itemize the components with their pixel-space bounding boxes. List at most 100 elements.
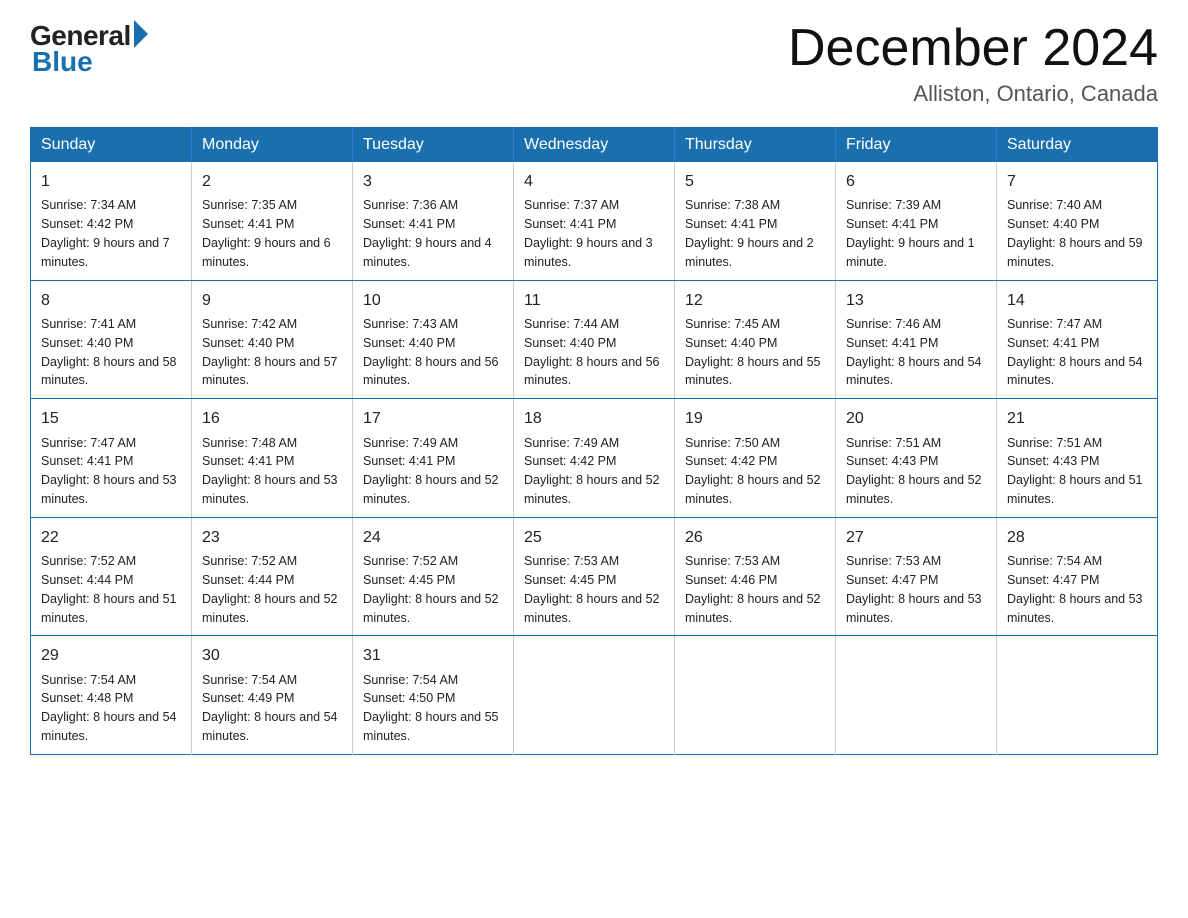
calendar-cell: 24 Sunrise: 7:52 AMSunset: 4:45 PMDaylig… xyxy=(353,517,514,636)
calendar-cell: 13 Sunrise: 7:46 AMSunset: 4:41 PMDaylig… xyxy=(836,280,997,399)
day-info: Sunrise: 7:47 AMSunset: 4:41 PMDaylight:… xyxy=(41,436,177,507)
calendar-cell: 12 Sunrise: 7:45 AMSunset: 4:40 PMDaylig… xyxy=(675,280,836,399)
calendar-cell: 7 Sunrise: 7:40 AMSunset: 4:40 PMDayligh… xyxy=(997,162,1158,280)
calendar-cell: 4 Sunrise: 7:37 AMSunset: 4:41 PMDayligh… xyxy=(514,162,675,280)
calendar-body: 1 Sunrise: 7:34 AMSunset: 4:42 PMDayligh… xyxy=(31,162,1158,754)
title-section: December 2024 Alliston, Ontario, Canada xyxy=(788,20,1158,107)
calendar-header: SundayMondayTuesdayWednesdayThursdayFrid… xyxy=(31,128,1158,163)
calendar-cell xyxy=(675,636,836,755)
day-number: 3 xyxy=(363,170,503,193)
calendar-cell: 15 Sunrise: 7:47 AMSunset: 4:41 PMDaylig… xyxy=(31,399,192,518)
day-info: Sunrise: 7:54 AMSunset: 4:48 PMDaylight:… xyxy=(41,673,177,744)
day-number: 1 xyxy=(41,170,181,193)
calendar-cell: 10 Sunrise: 7:43 AMSunset: 4:40 PMDaylig… xyxy=(353,280,514,399)
day-number: 12 xyxy=(685,289,825,312)
month-year-title: December 2024 xyxy=(788,20,1158,77)
day-number: 24 xyxy=(363,526,503,549)
day-info: Sunrise: 7:44 AMSunset: 4:40 PMDaylight:… xyxy=(524,317,660,388)
day-number: 30 xyxy=(202,644,342,667)
logo-arrow-icon xyxy=(134,20,148,48)
calendar-cell: 19 Sunrise: 7:50 AMSunset: 4:42 PMDaylig… xyxy=(675,399,836,518)
calendar-week-row: 22 Sunrise: 7:52 AMSunset: 4:44 PMDaylig… xyxy=(31,517,1158,636)
day-number: 4 xyxy=(524,170,664,193)
day-info: Sunrise: 7:51 AMSunset: 4:43 PMDaylight:… xyxy=(1007,436,1143,507)
day-number: 14 xyxy=(1007,289,1147,312)
day-number: 18 xyxy=(524,407,664,430)
day-info: Sunrise: 7:39 AMSunset: 4:41 PMDaylight:… xyxy=(846,198,975,269)
day-info: Sunrise: 7:45 AMSunset: 4:40 PMDaylight:… xyxy=(685,317,821,388)
day-number: 22 xyxy=(41,526,181,549)
day-number: 16 xyxy=(202,407,342,430)
calendar-cell: 14 Sunrise: 7:47 AMSunset: 4:41 PMDaylig… xyxy=(997,280,1158,399)
day-info: Sunrise: 7:46 AMSunset: 4:41 PMDaylight:… xyxy=(846,317,982,388)
day-number: 13 xyxy=(846,289,986,312)
calendar-cell: 22 Sunrise: 7:52 AMSunset: 4:44 PMDaylig… xyxy=(31,517,192,636)
day-info: Sunrise: 7:34 AMSunset: 4:42 PMDaylight:… xyxy=(41,198,170,269)
calendar-cell: 1 Sunrise: 7:34 AMSunset: 4:42 PMDayligh… xyxy=(31,162,192,280)
calendar-cell xyxy=(836,636,997,755)
calendar-cell: 21 Sunrise: 7:51 AMSunset: 4:43 PMDaylig… xyxy=(997,399,1158,518)
day-number: 20 xyxy=(846,407,986,430)
day-number: 21 xyxy=(1007,407,1147,430)
day-info: Sunrise: 7:52 AMSunset: 4:44 PMDaylight:… xyxy=(202,554,338,625)
day-info: Sunrise: 7:35 AMSunset: 4:41 PMDaylight:… xyxy=(202,198,331,269)
calendar-cell: 31 Sunrise: 7:54 AMSunset: 4:50 PMDaylig… xyxy=(353,636,514,755)
calendar-table: SundayMondayTuesdayWednesdayThursdayFrid… xyxy=(30,127,1158,755)
calendar-cell: 2 Sunrise: 7:35 AMSunset: 4:41 PMDayligh… xyxy=(192,162,353,280)
day-number: 15 xyxy=(41,407,181,430)
day-number: 25 xyxy=(524,526,664,549)
column-header-saturday: Saturday xyxy=(997,128,1158,163)
day-number: 19 xyxy=(685,407,825,430)
calendar-cell: 29 Sunrise: 7:54 AMSunset: 4:48 PMDaylig… xyxy=(31,636,192,755)
calendar-cell: 18 Sunrise: 7:49 AMSunset: 4:42 PMDaylig… xyxy=(514,399,675,518)
day-number: 28 xyxy=(1007,526,1147,549)
day-info: Sunrise: 7:43 AMSunset: 4:40 PMDaylight:… xyxy=(363,317,499,388)
day-info: Sunrise: 7:36 AMSunset: 4:41 PMDaylight:… xyxy=(363,198,492,269)
calendar-cell: 9 Sunrise: 7:42 AMSunset: 4:40 PMDayligh… xyxy=(192,280,353,399)
day-number: 27 xyxy=(846,526,986,549)
calendar-cell: 26 Sunrise: 7:53 AMSunset: 4:46 PMDaylig… xyxy=(675,517,836,636)
calendar-week-row: 29 Sunrise: 7:54 AMSunset: 4:48 PMDaylig… xyxy=(31,636,1158,755)
day-info: Sunrise: 7:49 AMSunset: 4:42 PMDaylight:… xyxy=(524,436,660,507)
column-header-tuesday: Tuesday xyxy=(353,128,514,163)
day-info: Sunrise: 7:47 AMSunset: 4:41 PMDaylight:… xyxy=(1007,317,1143,388)
calendar-cell: 5 Sunrise: 7:38 AMSunset: 4:41 PMDayligh… xyxy=(675,162,836,280)
calendar-cell: 11 Sunrise: 7:44 AMSunset: 4:40 PMDaylig… xyxy=(514,280,675,399)
day-info: Sunrise: 7:54 AMSunset: 4:49 PMDaylight:… xyxy=(202,673,338,744)
day-info: Sunrise: 7:40 AMSunset: 4:40 PMDaylight:… xyxy=(1007,198,1143,269)
day-info: Sunrise: 7:52 AMSunset: 4:45 PMDaylight:… xyxy=(363,554,499,625)
calendar-cell xyxy=(514,636,675,755)
day-info: Sunrise: 7:48 AMSunset: 4:41 PMDaylight:… xyxy=(202,436,338,507)
column-header-sunday: Sunday xyxy=(31,128,192,163)
day-number: 9 xyxy=(202,289,342,312)
day-info: Sunrise: 7:38 AMSunset: 4:41 PMDaylight:… xyxy=(685,198,814,269)
day-info: Sunrise: 7:54 AMSunset: 4:47 PMDaylight:… xyxy=(1007,554,1143,625)
calendar-cell: 3 Sunrise: 7:36 AMSunset: 4:41 PMDayligh… xyxy=(353,162,514,280)
page-header: General Blue December 2024 Alliston, Ont… xyxy=(30,20,1158,107)
column-header-wednesday: Wednesday xyxy=(514,128,675,163)
logo: General Blue xyxy=(30,20,148,78)
calendar-cell: 25 Sunrise: 7:53 AMSunset: 4:45 PMDaylig… xyxy=(514,517,675,636)
calendar-cell: 30 Sunrise: 7:54 AMSunset: 4:49 PMDaylig… xyxy=(192,636,353,755)
logo-blue-text: Blue xyxy=(32,46,93,78)
day-info: Sunrise: 7:50 AMSunset: 4:42 PMDaylight:… xyxy=(685,436,821,507)
column-header-monday: Monday xyxy=(192,128,353,163)
calendar-cell: 23 Sunrise: 7:52 AMSunset: 4:44 PMDaylig… xyxy=(192,517,353,636)
day-number: 7 xyxy=(1007,170,1147,193)
day-info: Sunrise: 7:52 AMSunset: 4:44 PMDaylight:… xyxy=(41,554,177,625)
day-number: 26 xyxy=(685,526,825,549)
calendar-cell: 16 Sunrise: 7:48 AMSunset: 4:41 PMDaylig… xyxy=(192,399,353,518)
calendar-cell: 6 Sunrise: 7:39 AMSunset: 4:41 PMDayligh… xyxy=(836,162,997,280)
day-number: 6 xyxy=(846,170,986,193)
day-info: Sunrise: 7:54 AMSunset: 4:50 PMDaylight:… xyxy=(363,673,499,744)
calendar-week-row: 15 Sunrise: 7:47 AMSunset: 4:41 PMDaylig… xyxy=(31,399,1158,518)
day-info: Sunrise: 7:53 AMSunset: 4:45 PMDaylight:… xyxy=(524,554,660,625)
day-number: 17 xyxy=(363,407,503,430)
calendar-cell: 20 Sunrise: 7:51 AMSunset: 4:43 PMDaylig… xyxy=(836,399,997,518)
day-info: Sunrise: 7:53 AMSunset: 4:46 PMDaylight:… xyxy=(685,554,821,625)
day-info: Sunrise: 7:51 AMSunset: 4:43 PMDaylight:… xyxy=(846,436,982,507)
calendar-cell: 17 Sunrise: 7:49 AMSunset: 4:41 PMDaylig… xyxy=(353,399,514,518)
day-info: Sunrise: 7:49 AMSunset: 4:41 PMDaylight:… xyxy=(363,436,499,507)
calendar-week-row: 8 Sunrise: 7:41 AMSunset: 4:40 PMDayligh… xyxy=(31,280,1158,399)
column-header-thursday: Thursday xyxy=(675,128,836,163)
